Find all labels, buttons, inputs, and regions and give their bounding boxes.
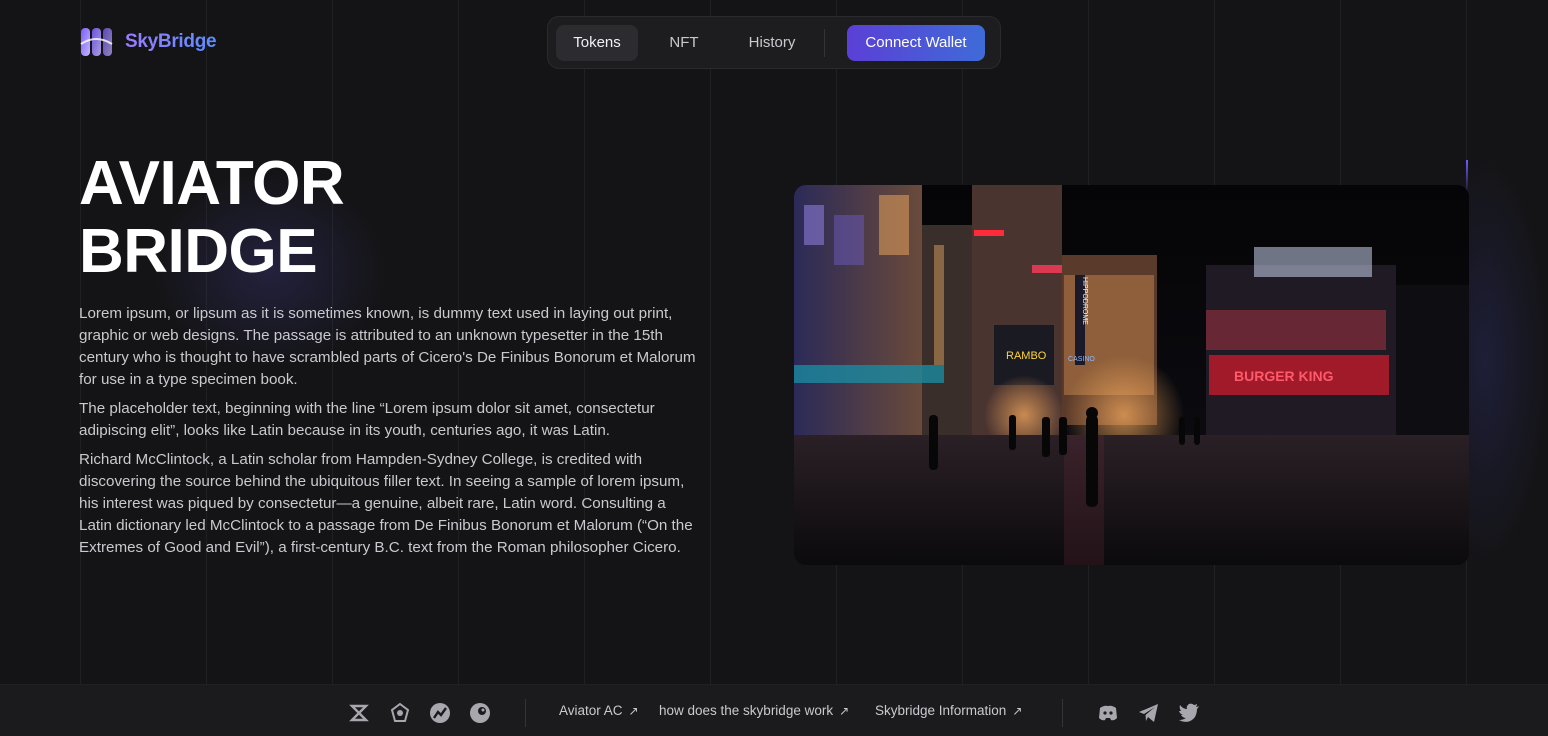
sign-burger-king: BURGER KING [1234,368,1334,384]
tab-nft[interactable]: NFT [638,25,730,61]
etherscan-icon[interactable] [468,701,492,725]
brand-name: SkyBridge [125,31,217,52]
hero-description: Lorem ipsum, or lipsum as it is sometime… [79,303,699,566]
link-skybridge-information-label: Skybridge Information [875,703,1007,718]
telegram-icon[interactable] [1137,701,1161,725]
external-link-icon: ↗ [628,703,639,718]
link-how-skybridge-works-label: how does the skybridge work [659,703,834,718]
coingecko-icon[interactable] [428,701,452,725]
tab-tokens[interactable]: Tokens [556,24,638,61]
paragraph-1: Lorem ipsum, or lipsum as it is sometime… [79,305,696,388]
footer-divider-1 [525,699,526,727]
discord-icon[interactable] [1096,701,1120,725]
title-line-1: AVIATOR [79,149,345,218]
link-aviator-ac-label: Aviator AC [559,703,623,718]
connect-wallet-button[interactable]: Connect Wallet [847,24,985,61]
main-nav: Tokens NFT History Connect Wallet [547,16,1001,69]
footer-divider-2 [1062,699,1063,727]
title-line-2: BRIDGE [79,217,318,286]
glow-accent-line [1466,160,1468,192]
page-title: AVIATOR BRIDGE [79,149,345,286]
link-aviator-ac[interactable]: Aviator AC ↗ [559,703,639,718]
link-how-skybridge-works[interactable]: how does the skybridge work ↗ [659,703,849,718]
sign-casino: CASINO [1068,356,1095,363]
brand-logo[interactable]: SkyBridge [80,26,217,58]
external-link-icon: ↗ [839,703,850,718]
external-link-icon: ↗ [1012,703,1023,718]
footer-bar: Aviator AC ↗ how does the skybridge work… [0,684,1548,736]
link-skybridge-information[interactable]: Skybridge Information ↗ [875,703,1022,718]
paragraph-2: The placeholder text, beginning with the… [79,400,655,439]
skybridge-logo-icon [80,28,113,56]
coinmarketcap-icon[interactable] [388,701,412,725]
paragraph-3: Richard McClintock, a Latin scholar from… [79,451,693,556]
twitter-icon[interactable] [1177,701,1201,725]
tab-history[interactable]: History [730,25,814,61]
sign-rambo: RAMBO [1006,350,1047,362]
sign-hippodrome: HIPPODROME [1081,277,1088,325]
dextools-icon[interactable] [347,701,371,725]
hero-image: RAMBO HIPPODROME CASINO BURGER KING [794,185,1469,565]
nav-divider [824,28,825,57]
